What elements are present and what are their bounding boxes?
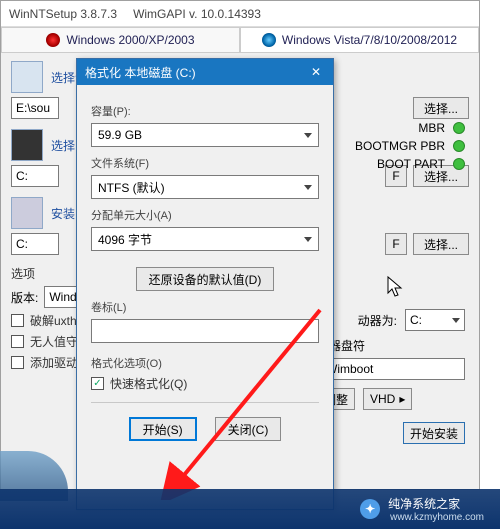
- add-driver-checkbox[interactable]: [11, 356, 24, 369]
- dialog-titlebar: 格式化 本地磁盘 (C:) ✕: [77, 59, 333, 85]
- tab-modern-label: Windows Vista/7/8/10/2008/2012: [282, 33, 457, 47]
- watermark-text: 纯净系统之家: [388, 495, 484, 512]
- format-dialog: 格式化 本地磁盘 (C:) ✕ 容量(P): 59.9 GB 文件系统(F) N…: [76, 58, 334, 510]
- disc-icon: [11, 61, 43, 93]
- mbr-label: MBR: [418, 121, 445, 135]
- alloc-label: 分配单元大小(A): [91, 207, 319, 223]
- bootmgr-label: BOOTMGR PBR: [355, 139, 445, 153]
- close-icon[interactable]: ✕: [307, 63, 325, 81]
- chevron-down-icon: [452, 318, 460, 323]
- boot-input[interactable]: C:: [11, 165, 59, 187]
- volume-input[interactable]: [91, 319, 319, 343]
- chevron-down-icon: [304, 237, 312, 242]
- vhd-button[interactable]: VHD▸: [363, 388, 412, 410]
- dialog-title: 格式化 本地磁盘 (C:): [85, 64, 196, 81]
- source-select-button[interactable]: 选择...: [413, 97, 469, 119]
- windows-flag-icon: [46, 33, 60, 47]
- boot-label: 选择: [51, 137, 75, 154]
- status-dot-icon: [453, 158, 465, 170]
- start-install-button[interactable]: 开始安装: [403, 422, 465, 444]
- start-format-button[interactable]: 开始(S): [129, 417, 197, 441]
- quick-format-checkbox[interactable]: ✓: [91, 377, 104, 390]
- divider: [91, 402, 319, 403]
- restore-defaults-button[interactable]: 还原设备的默认值(D): [136, 267, 275, 291]
- filesystem-combo[interactable]: NTFS (默认): [91, 175, 319, 199]
- tab-modern[interactable]: Windows Vista/7/8/10/2008/2012: [240, 27, 479, 52]
- close-format-button[interactable]: 关闭(C): [215, 417, 282, 441]
- volume-label: 卷标(L): [91, 299, 319, 315]
- source-input[interactable]: E:\sou: [11, 97, 59, 119]
- filesystem-label: 文件系统(F): [91, 155, 319, 171]
- capacity-label: 容量(P):: [91, 103, 319, 119]
- mount-drive-select[interactable]: C:: [405, 309, 465, 331]
- chevron-down-icon: [304, 133, 312, 138]
- mount-label: 动器为:: [358, 312, 397, 329]
- floppy-icon: [11, 129, 43, 161]
- quick-format-label: 快速格式化(Q): [110, 375, 187, 392]
- titlebar: WinNTSetup 3.8.7.3 WimGAPI v. 10.0.14393: [1, 1, 479, 27]
- format-options-label: 格式化选项(O): [91, 355, 319, 371]
- drive-icon: [11, 197, 43, 229]
- api-version: WimGAPI v. 10.0.14393: [133, 7, 261, 21]
- windows-orb-icon: [262, 33, 276, 47]
- app-title: WinNTSetup 3.8.7.3: [9, 7, 117, 21]
- install-select-button[interactable]: 选择...: [413, 233, 469, 255]
- install-input[interactable]: C:: [11, 233, 59, 255]
- watermark: ✦ 纯净系统之家 www.kzmyhome.com: [0, 489, 500, 529]
- dialog-footer: 开始(S) 关闭(C): [91, 417, 319, 441]
- watermark-url: www.kzmyhome.com: [390, 512, 484, 523]
- unattended-label: 无人值守: [30, 333, 78, 350]
- tab-legacy-label: Windows 2000/XP/2003: [66, 33, 194, 47]
- add-driver-label: 添加驱动: [30, 354, 78, 371]
- alloc-combo[interactable]: 4096 字节: [91, 227, 319, 251]
- status-dot-icon: [453, 140, 465, 152]
- capacity-combo[interactable]: 59.9 GB: [91, 123, 319, 147]
- tab-bar: Windows 2000/XP/2003 Windows Vista/7/8/1…: [1, 27, 479, 53]
- install-label: 安装: [51, 205, 75, 222]
- install-format-button[interactable]: F: [385, 233, 407, 255]
- status-block: MBR BOOTMGR PBR BOOT PART: [355, 119, 465, 173]
- crack-uxtheme-checkbox[interactable]: [11, 314, 24, 327]
- bootpart-label: BOOT PART: [377, 157, 445, 171]
- status-dot-icon: [453, 122, 465, 134]
- chevron-down-icon: [304, 185, 312, 190]
- version-label: 版本:: [11, 289, 38, 306]
- logo-icon: ✦: [360, 499, 380, 519]
- unattended-checkbox[interactable]: [11, 335, 24, 348]
- tab-legacy[interactable]: Windows 2000/XP/2003: [1, 27, 240, 52]
- dialog-body: 容量(P): 59.9 GB 文件系统(F) NTFS (默认) 分配单元大小(…: [77, 85, 333, 451]
